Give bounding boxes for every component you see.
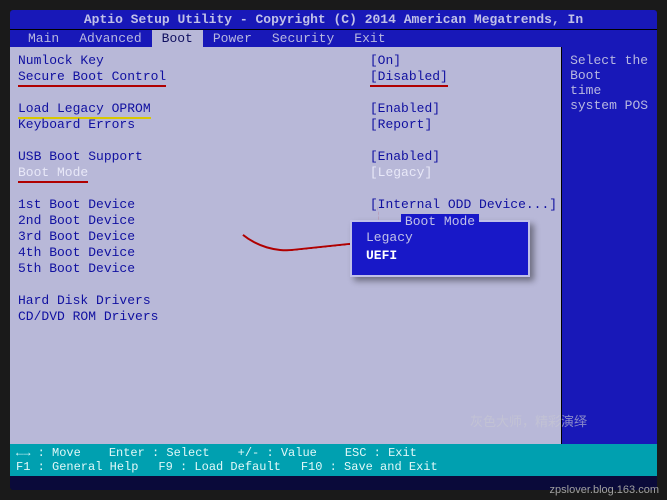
load-legacy-value[interactable]: [Enabled] xyxy=(370,101,557,117)
boot-mode-popup: Boot Mode Legacy UEFI xyxy=(350,220,530,277)
hint-plusminus: +/- : Value xyxy=(238,446,317,460)
popup-title: Boot Mode xyxy=(352,214,528,229)
hint-f10: F10 : Save and Exit xyxy=(301,460,438,474)
usb-boot-value[interactable]: [Enabled] xyxy=(370,149,557,165)
numlock-value[interactable]: [On] xyxy=(370,53,557,69)
menu-security[interactable]: Security xyxy=(262,30,344,47)
hint-move-updown: ←→ : Move xyxy=(16,446,81,460)
secure-boot-value[interactable]: [Disabled] xyxy=(370,69,557,85)
keyboard-errors-label[interactable]: Keyboard Errors xyxy=(18,117,358,133)
bios-title: Aptio Setup Utility - Copyright (C) 2014… xyxy=(10,10,657,30)
menu-advanced[interactable]: Advanced xyxy=(69,30,151,47)
watermark-text: 灰色大师，精彩演绎 xyxy=(470,411,587,430)
keyboard-errors-value[interactable]: [Report] xyxy=(370,117,557,133)
menu-exit[interactable]: Exit xyxy=(344,30,395,47)
menu-main[interactable]: Main xyxy=(18,30,69,47)
hint-esc: ESC : Exit xyxy=(345,446,417,460)
boot1-value[interactable]: [Internal ODD Device...] xyxy=(370,197,557,213)
numlock-label[interactable]: Numlock Key xyxy=(18,53,358,69)
boot-mode-value[interactable]: [Legacy] xyxy=(370,165,557,181)
menu-bar: Main Advanced Boot Power Security Exit xyxy=(10,30,657,47)
blog-credit: zpslover.blog.163.com xyxy=(550,484,659,496)
load-legacy-label[interactable]: Load Legacy OPROM xyxy=(18,101,358,117)
hint-enter: Enter : Select xyxy=(109,446,210,460)
hint-f9: F9 : Load Default xyxy=(158,460,280,474)
help-pane: Select the Boot time system POS xyxy=(561,47,657,447)
menu-power[interactable]: Power xyxy=(203,30,262,47)
hint-f1: F1 : General Help xyxy=(16,460,138,474)
popup-option-legacy[interactable]: Legacy xyxy=(352,229,528,247)
menu-boot[interactable]: Boot xyxy=(152,30,203,47)
help-text: Select the Boot time system POS xyxy=(570,53,649,113)
hdd-label[interactable]: Hard Disk Drivers xyxy=(18,293,358,309)
footer-row2: F1 : General Help F9 : Load Default F10 … xyxy=(10,460,657,476)
secure-boot-label[interactable]: Secure Boot Control xyxy=(18,69,358,85)
boot5-label[interactable]: 5th Boot Device xyxy=(18,261,358,277)
cddvd-label[interactable]: CD/DVD ROM Drivers xyxy=(18,309,358,325)
popup-option-uefi[interactable]: UEFI xyxy=(352,247,528,265)
usb-boot-label[interactable]: USB Boot Support xyxy=(18,149,358,165)
